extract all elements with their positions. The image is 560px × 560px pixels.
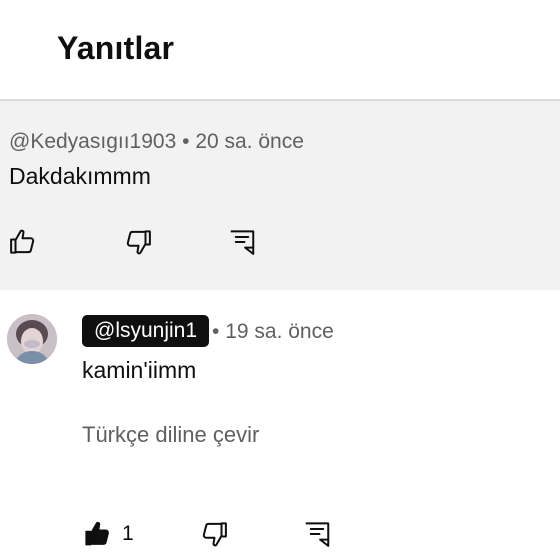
meta-separator: • (182, 130, 190, 153)
reply-text: kamin'iimm (82, 357, 197, 383)
avatar[interactable] (7, 314, 57, 364)
parent-comment-meta: @Kedyasıgıı1903 • 20 sa. önce (9, 130, 304, 154)
thumbs-up-icon[interactable] (8, 227, 38, 257)
parent-comment-time: 20 sa. önce (195, 130, 304, 153)
parent-comment-text: Dakdakımmm (9, 163, 151, 189)
reply-author-chip[interactable]: @lsyunjin1 (82, 315, 210, 347)
reply-meta: • 19 sa. önce (212, 320, 334, 344)
meta-separator: • (212, 320, 220, 343)
parent-comment-author[interactable]: @Kedyasıgıı1903 (9, 130, 176, 153)
parent-comment-actions (0, 225, 560, 259)
reply-time: 19 sa. önce (225, 320, 334, 343)
reply-comment-icon[interactable] (227, 227, 257, 257)
reply-actions: 1 (0, 514, 560, 554)
reply-comment-icon[interactable] (302, 519, 332, 549)
translate-button[interactable]: Türkçe diline çevir (82, 422, 259, 448)
thumbs-down-icon[interactable] (199, 519, 229, 549)
thumbs-down-icon[interactable] (123, 227, 153, 257)
reply-comment: @lsyunjin1 • 19 sa. önce kamin'iimm Türk… (0, 290, 560, 560)
like-count: 1 (122, 522, 134, 545)
thumbs-up-icon[interactable] (83, 519, 113, 549)
replies-header: Yanıtlar (0, 0, 560, 99)
page-title: Yanıtlar (57, 30, 175, 66)
parent-comment: @Kedyasıgıı1903 • 20 sa. önce Dakdakımmm (0, 101, 560, 290)
